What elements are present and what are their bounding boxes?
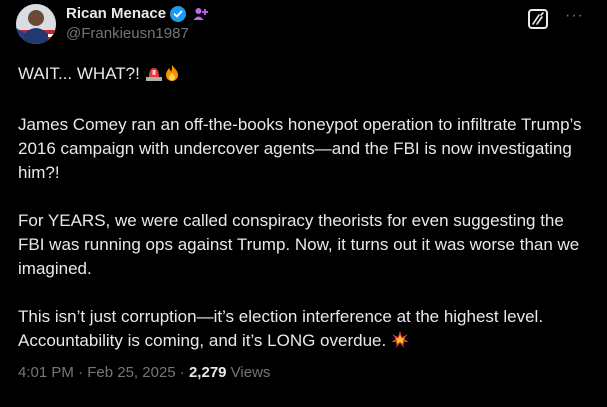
affiliate-badge-icon xyxy=(192,6,209,22)
author-handle[interactable]: @Frankieusn1987 xyxy=(66,25,189,42)
grok-icon[interactable] xyxy=(528,9,548,29)
author-name[interactable]: Rican Menace xyxy=(66,5,166,22)
meta-separator: · xyxy=(73,364,88,381)
views-count: 2,279 xyxy=(188,364,227,381)
author-row: Rican Menace xyxy=(66,5,209,22)
tweet-paragraph-2: James Comey ran an off-the-books honeypo… xyxy=(18,115,582,182)
views-label: Views xyxy=(226,364,271,381)
tweet-paragraph-4: This isn’t just corruption—it’s election… xyxy=(18,305,588,356)
post: Rican Menace @Frankieusn1987 ··· WAIT...… xyxy=(0,0,607,407)
post-time[interactable]: 4:01 PM xyxy=(18,364,74,381)
tweet-meta: 4:01 PM · Feb 25, 2025 · 2,279 Views xyxy=(18,364,270,381)
avatar[interactable] xyxy=(16,4,56,44)
tweet-paragraph-3: For YEARS, we were called conspiracy the… xyxy=(18,211,580,278)
post-date[interactable]: Feb 25, 2025 xyxy=(87,364,175,381)
more-icon[interactable]: ··· xyxy=(565,7,584,25)
meta-separator: · xyxy=(175,364,189,381)
tweet-line-1: WAIT... WHAT?! xyxy=(18,62,588,89)
tweet-line-1-text: WAIT... WHAT?! xyxy=(18,64,145,83)
tweet-text: WAIT... WHAT?! James Comey ran an off-th… xyxy=(18,62,588,356)
fire-emoji-icon xyxy=(163,64,181,89)
siren-emoji-icon xyxy=(145,64,163,89)
verified-badge-icon xyxy=(170,5,187,22)
tweet-paragraph-4-text: This isn’t just corruption—it’s election… xyxy=(18,307,544,350)
collision-emoji-icon xyxy=(390,331,409,356)
